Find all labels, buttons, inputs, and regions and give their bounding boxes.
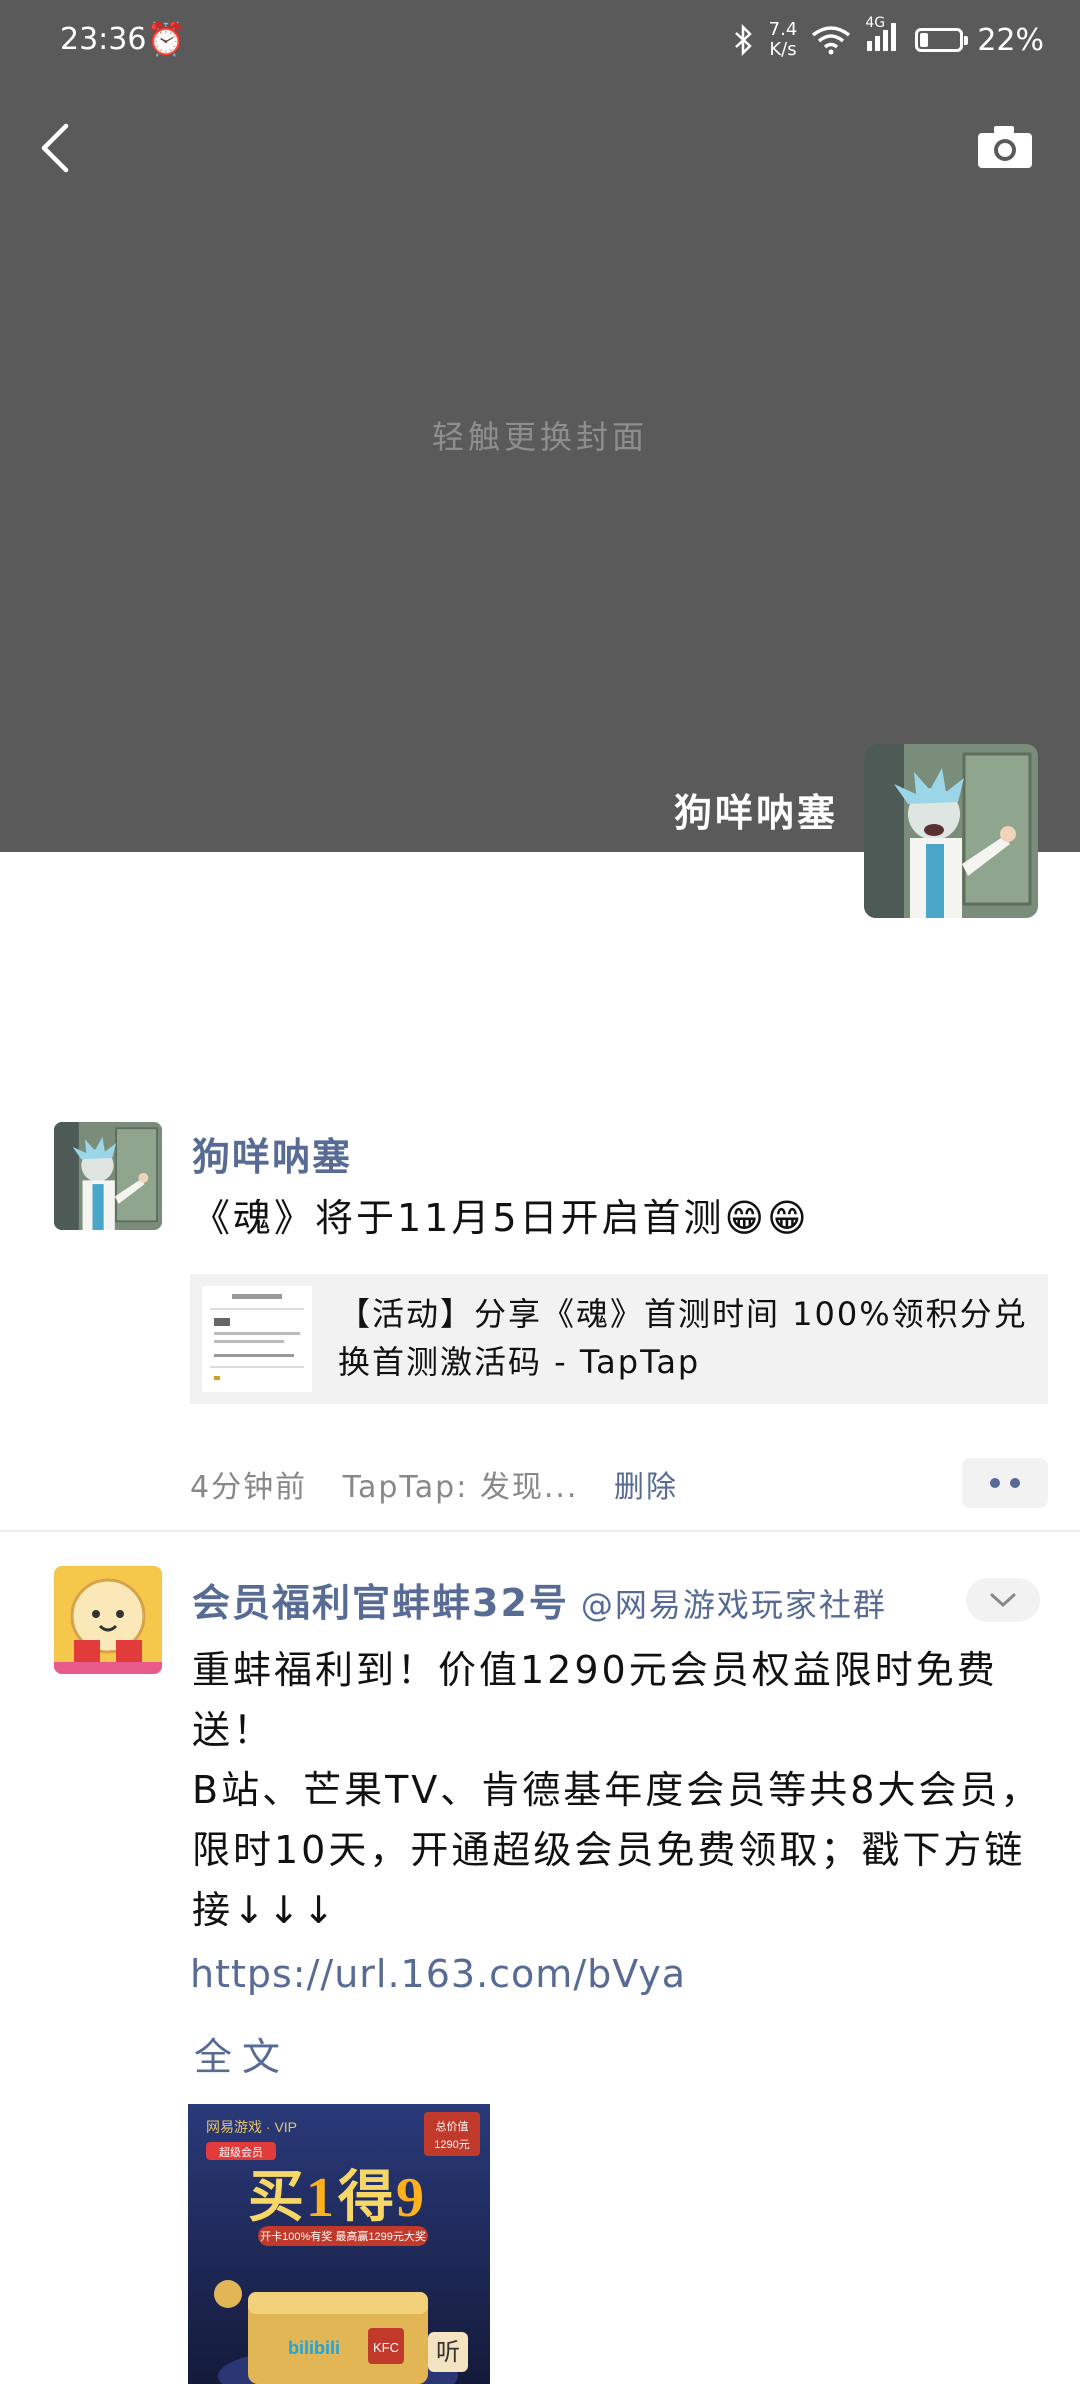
profile-avatar[interactable] [864, 744, 1038, 918]
svg-text:总价值: 总价值 [436, 2119, 469, 2133]
svg-text:bilibili: bilibili [288, 2338, 340, 2358]
post-community[interactable]: @网易游戏玩家社群 [581, 1586, 887, 1624]
expand-button[interactable] [966, 1578, 1040, 1622]
svg-text:超级会员: 超级会员 [219, 2145, 263, 2159]
svg-text:9: 9 [396, 2167, 424, 2229]
post-author[interactable]: 会员福利官蚌蚌32号 @网易游戏玩家社群 [192, 1572, 887, 1627]
chevron-left-icon [41, 123, 69, 173]
svg-text:网易游戏 · VIP: 网易游戏 · VIP [206, 2119, 297, 2135]
post-link[interactable]: https://url.163.com/bVya [190, 1952, 686, 1996]
author-avatar[interactable] [54, 1122, 162, 1230]
svg-text:得: 得 [338, 2167, 394, 2229]
battery-icon [915, 28, 969, 52]
post-meta: 4分钟前 TapTap: 发现... 删除 [190, 1462, 702, 1506]
bluetooth-icon [734, 24, 752, 56]
svg-text:1290元: 1290元 [434, 2139, 469, 2151]
network-speed: 7.4 K/s [768, 19, 798, 60]
back-button[interactable] [32, 118, 82, 178]
cover-image[interactable]: 23:36 ⏰ 7.4 K/s 4G 22% 轻触更换封面 狗咩呐塞 [0, 0, 1080, 852]
svg-text:买: 买 [248, 2167, 304, 2229]
link-title: 【活动】分享《魂》首测时间 100%领积分兑换首测激活码 - TapTap [338, 1295, 1028, 1381]
status-bar: 23:36 ⏰ 7.4 K/s 4G 22% [0, 0, 1080, 84]
svg-text:1: 1 [306, 2167, 334, 2229]
fulltext-button[interactable]: 全文 [194, 2026, 290, 2081]
more-actions-button[interactable] [962, 1458, 1048, 1508]
battery-percent: 22% [977, 22, 1044, 58]
svg-text:开卡100%有奖 最高赢1299元大奖: 开卡100%有奖 最高赢1299元大奖 [260, 2229, 426, 2243]
post-author[interactable]: 狗咩呐塞 [192, 1126, 352, 1181]
cover-change-hint[interactable]: 轻触更换封面 [0, 412, 1080, 458]
link-thumbnail [202, 1286, 312, 1392]
svg-text:听: 听 [436, 2338, 460, 2366]
post-text-line2: B站、芒果TV、肯德基年度会员等共8大会员，限时10天，开通超级会员免费领取；戳… [192, 1768, 1042, 1932]
author-avatar[interactable] [54, 1566, 162, 1674]
post-text: 《魂》将于11月5日开启首测😁😁 [192, 1196, 810, 1240]
cellular-signal-icon: 4G [865, 15, 901, 59]
svg-text:KFC: KFC [373, 2340, 399, 2355]
camera-icon [978, 126, 1032, 168]
post-source[interactable]: TapTap: 发现... [343, 1470, 579, 1505]
delete-button[interactable]: 删除 [614, 1470, 678, 1505]
camera-button[interactable] [976, 124, 1034, 170]
post-text-line1: 重蚌福利到！价值1290元会员权益限时免费送！ [192, 1648, 998, 1752]
status-time: 23:36 [60, 22, 147, 57]
wifi-icon [812, 26, 851, 55]
promo-image[interactable]: 网易游戏 · VIP 总价值 1290元 超级会员 买 1 得 9 开卡100%… [188, 2104, 490, 2384]
chevron-down-icon [990, 1593, 1016, 1608]
shared-link-card[interactable]: 【活动】分享《魂》首测时间 100%领积分兑换首测激活码 - TapTap [190, 1274, 1048, 1404]
post-time: 4分钟前 [190, 1470, 308, 1505]
divider [0, 1530, 1080, 1532]
profile-name[interactable]: 狗咩呐塞 [674, 782, 838, 837]
alarm-icon: ⏰ [146, 20, 186, 58]
